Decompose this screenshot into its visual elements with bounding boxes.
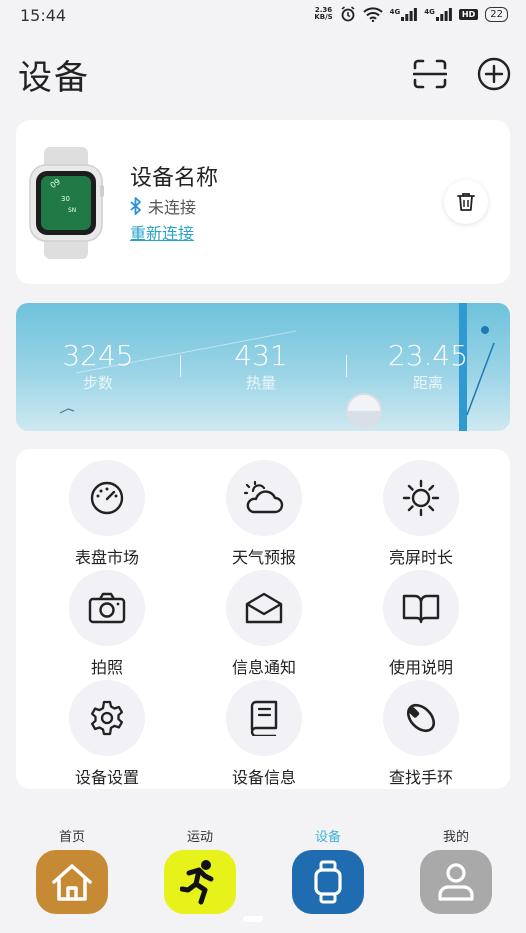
wifi-icon (362, 6, 383, 22)
battery-indicator: 22 (485, 6, 508, 22)
trash-icon (457, 193, 475, 211)
nav-label-mine: 我的 (442, 830, 469, 845)
feature-manual[interactable]: 使用说明 (351, 570, 491, 678)
person-icon (438, 863, 474, 901)
feature-weather[interactable]: 天气预报 (194, 460, 334, 568)
feature-label: 亮屏时长 (388, 548, 453, 567)
stat-distance-value: 23.45 (387, 339, 469, 372)
stat-steps-label: 步数 (82, 374, 113, 392)
bluetooth-icon (130, 197, 141, 215)
alarm-icon (341, 6, 355, 22)
feature-label: 信息通知 (231, 658, 296, 677)
stat-divider (180, 355, 181, 377)
feature-label: 设备信息 (231, 768, 296, 787)
camera-icon (88, 592, 126, 624)
feature-label: 天气预报 (231, 548, 296, 567)
mail-icon (245, 592, 283, 624)
signal-bars-icon (435, 7, 452, 21)
status-time: 15:44 (20, 6, 67, 25)
status-bar: 15:44 2.36 KB/S 4G 4G HD 22 (0, 0, 526, 32)
stat-distance: 23.45 距离 (358, 339, 498, 393)
stat-calories: 431 热量 (191, 339, 331, 393)
band-icon (406, 703, 436, 733)
feature-label: 拍照 (90, 658, 123, 677)
home-indicator (243, 916, 263, 922)
sun-icon (402, 479, 440, 517)
connection-status: 未连接 (130, 194, 196, 218)
reconnect-link[interactable]: 重新连接 (130, 220, 194, 244)
feature-device-settings[interactable]: 设备设置 (37, 680, 177, 788)
stat-divider (346, 355, 347, 377)
feature-label: 表盘市场 (74, 548, 139, 567)
feature-label: 使用说明 (388, 658, 453, 677)
scan-button[interactable] (412, 56, 448, 92)
feature-label: 查找手环 (388, 768, 453, 787)
add-icon (477, 57, 511, 91)
nav-mine[interactable] (420, 850, 492, 914)
watch-icon (314, 860, 342, 904)
nav-label-home: 首页 (58, 830, 85, 845)
watch-face-label: SN (68, 207, 77, 214)
weather-icon (243, 481, 284, 514)
add-device-button[interactable] (476, 56, 512, 92)
device-name: 设备名称 (130, 166, 219, 191)
runner-icon (180, 860, 214, 905)
activity-stats-banner: 3245 步数 431 热量 23.45 距离 (16, 303, 510, 431)
feature-camera[interactable]: 拍照 (37, 570, 177, 678)
nav-device[interactable] (292, 850, 364, 914)
nav-label-sport: 运动 (186, 830, 213, 845)
nav-sport[interactable] (164, 850, 236, 914)
nav-label-device: 设备 (314, 830, 341, 845)
book-open-icon (402, 594, 440, 624)
scan-icon (413, 59, 447, 89)
book-icon (250, 700, 278, 736)
gear-icon (90, 700, 124, 736)
feature-watch-face-market[interactable]: 表盘市场 (37, 460, 177, 568)
stat-calories-label: 热量 (245, 374, 276, 392)
stat-steps: 3245 步数 (28, 339, 168, 393)
feature-label: 设备设置 (74, 768, 139, 787)
watch-face-minutes: 30 (61, 195, 70, 203)
network-speed: 2.36 KB/S (314, 6, 333, 21)
feature-device-info[interactable]: 设备信息 (194, 680, 334, 788)
home-icon (52, 864, 92, 901)
hd-badge: HD (458, 8, 479, 20)
delete-device-button[interactable] (444, 180, 488, 224)
gauge-icon (90, 481, 124, 515)
feature-notifications[interactable]: 信息通知 (194, 570, 334, 678)
feature-find-band[interactable]: 查找手环 (351, 680, 491, 788)
feature-screen-time[interactable]: 亮屏时长 (351, 460, 491, 568)
signal-bars-icon (401, 7, 418, 21)
stat-calories-value: 431 (234, 339, 288, 372)
signal-1: 4G (390, 7, 418, 21)
page-title: 设备 (18, 58, 90, 98)
status-icons: 2.36 KB/S 4G 4G HD 22 (314, 6, 508, 22)
signal-2: 4G (424, 7, 452, 21)
stat-steps-value: 3245 (62, 339, 134, 372)
nav-home[interactable] (36, 850, 108, 914)
connection-status-label: 未连接 (148, 198, 197, 217)
watch-image: 09 30 SN (28, 147, 104, 259)
stat-distance-label: 距离 (412, 374, 443, 392)
